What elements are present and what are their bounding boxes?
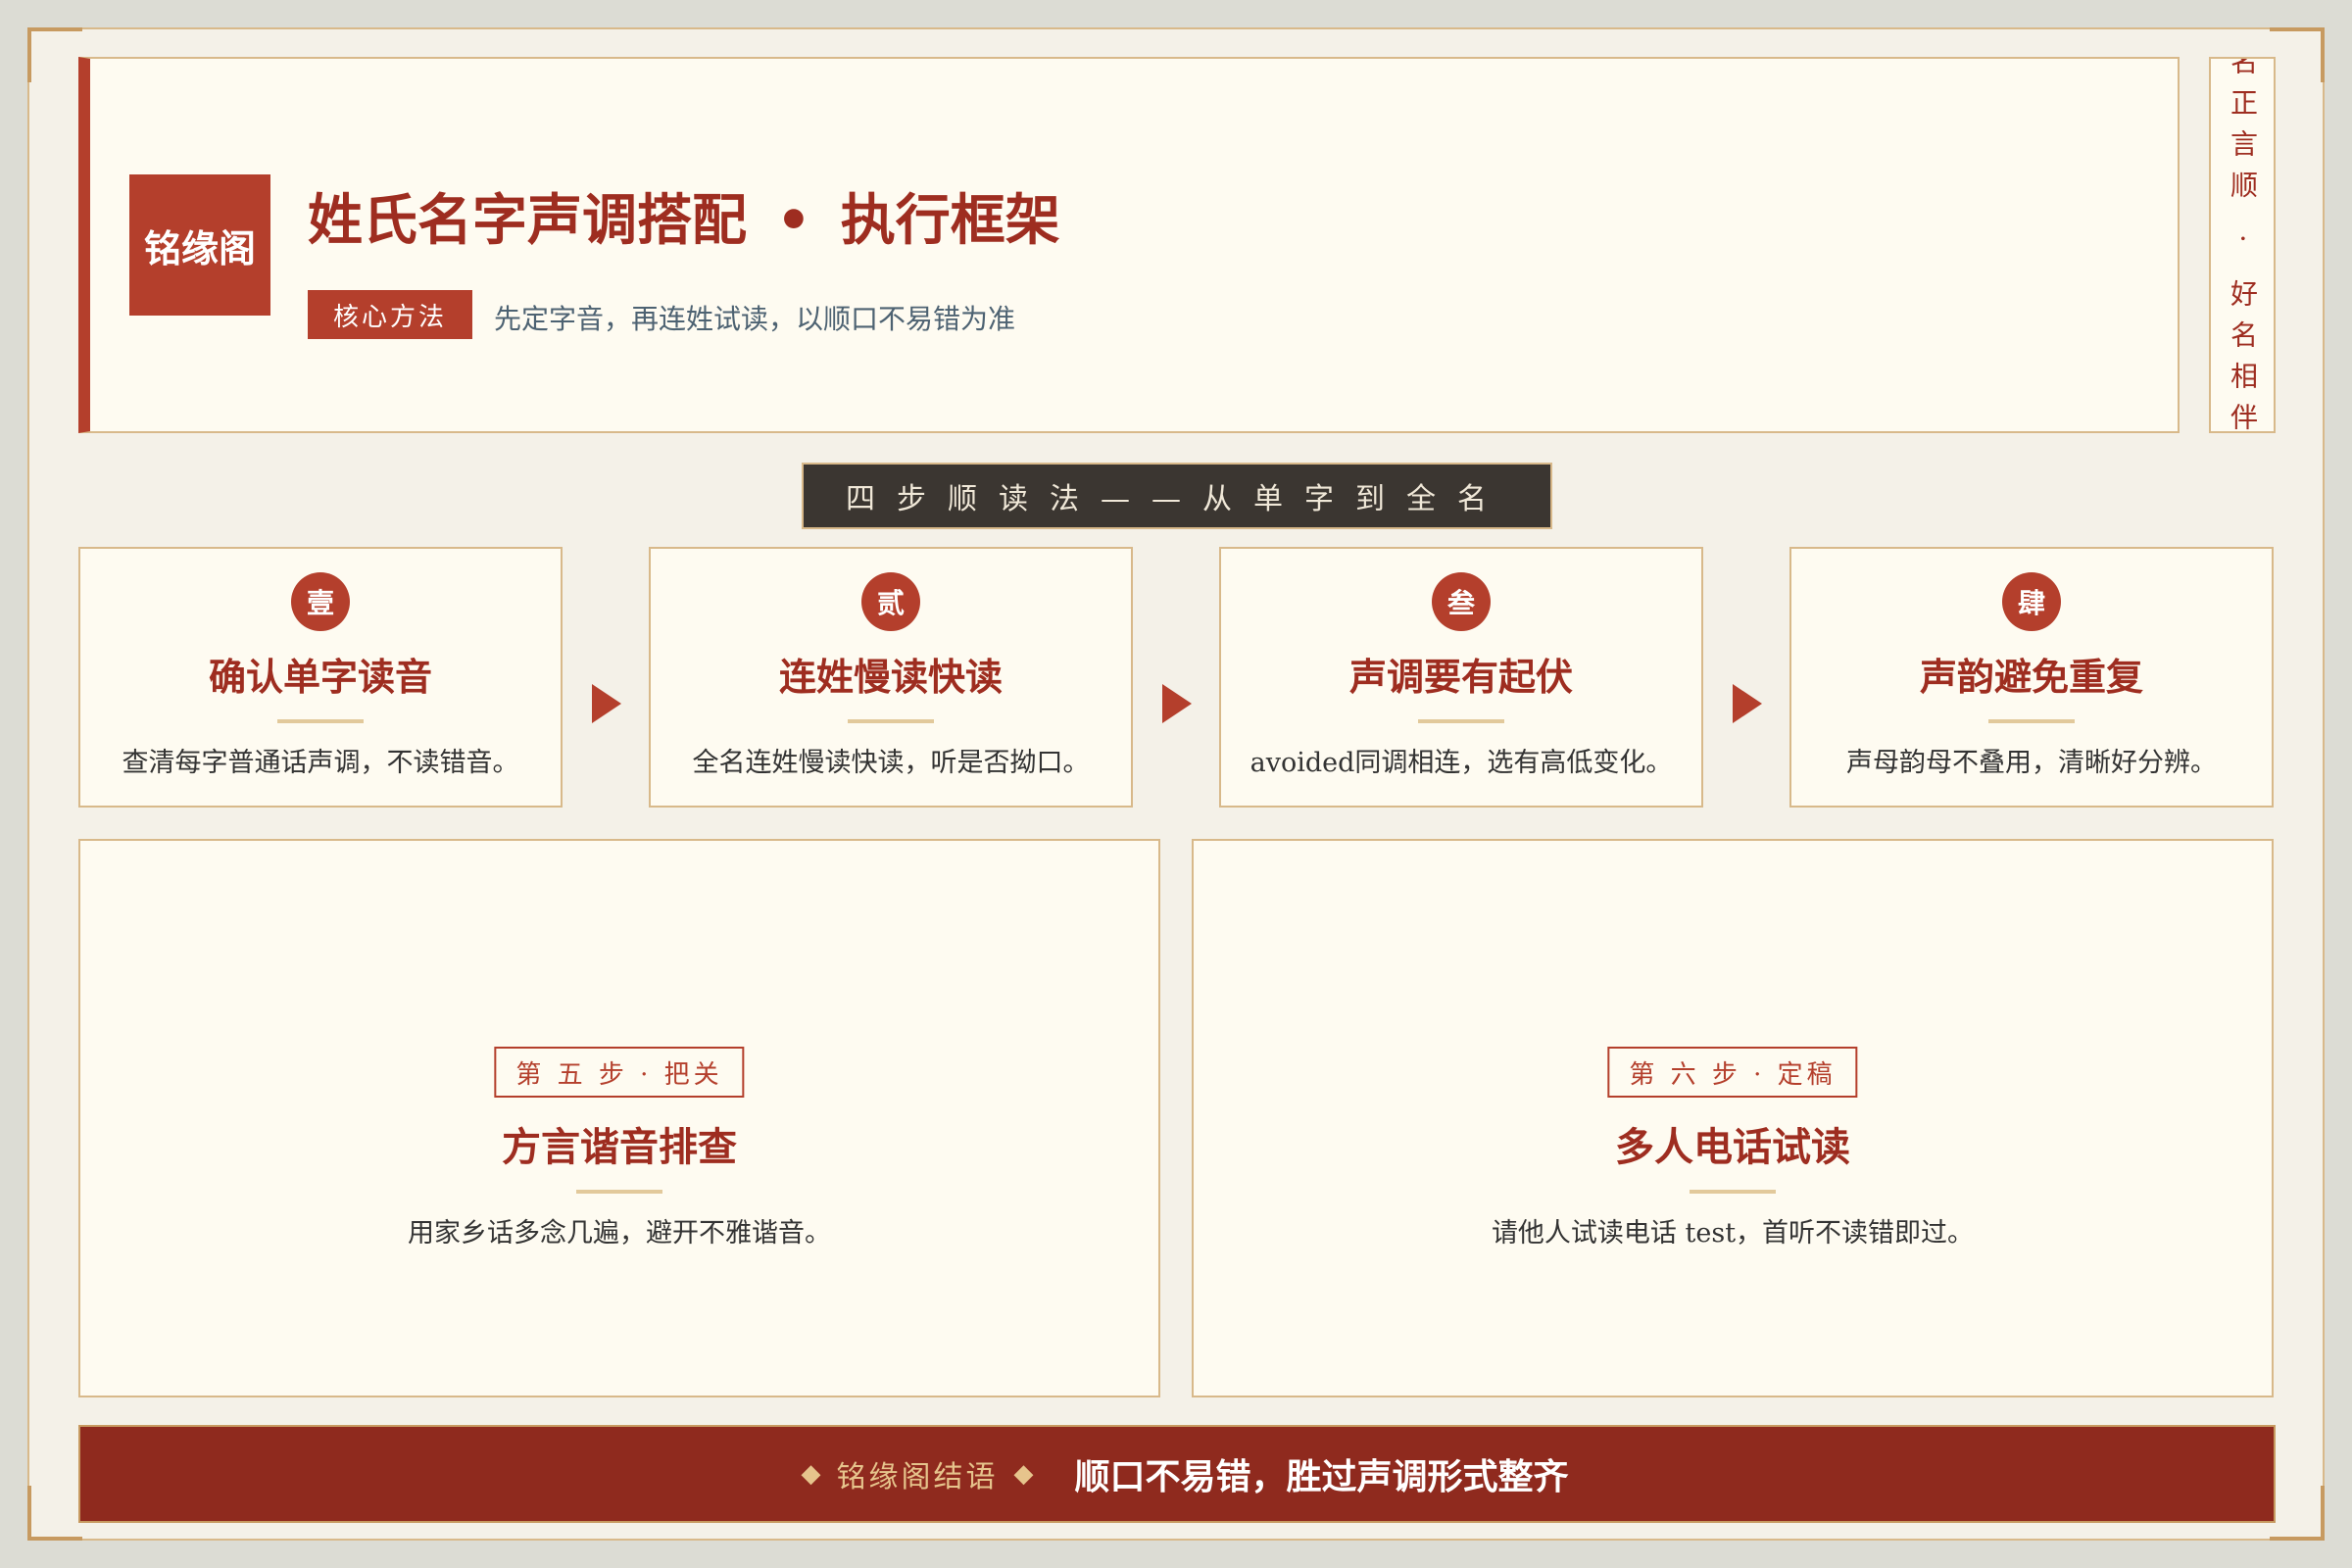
card-title: 多人电话试读 <box>1615 1124 1850 1170</box>
corner-ornament <box>2270 1486 2325 1541</box>
step-card-6: 第 六 步 · 定稿 多人电话试读 请他人试读电话 test，首听不读错即过。 <box>1192 839 2274 1397</box>
step-description: 全名连姓慢读快读，听是否拗口。 <box>692 748 1090 778</box>
corner-ornament <box>27 1486 82 1541</box>
diamond-icon: ◆ <box>801 1459 821 1489</box>
step-number-badge: 肆 <box>2002 572 2061 631</box>
side-motto-panel: 名正言顺 · 好名相伴 <box>2209 57 2276 433</box>
step-description: 声母韵母不叠用，清晰好分辨。 <box>1846 748 2217 778</box>
step-tag: 第 五 步 · 把关 <box>494 1047 745 1098</box>
title-separator: • <box>776 188 811 253</box>
step-card-5: 第 五 步 · 把关 方言谐音排查 用家乡话多念几遍，避开不雅谐音。 <box>78 839 1160 1397</box>
section-banner: 四步顺读法——从单字到全名 <box>802 463 1552 529</box>
title-sub: 执行框架 <box>840 188 1060 253</box>
card-divider <box>1690 1190 1776 1194</box>
step-number-badge: 贰 <box>861 572 920 631</box>
card-title: 方言谐音排查 <box>502 1124 737 1170</box>
step-divider <box>1988 719 2075 723</box>
step-card-4: 肆 声韵避免重复 声母韵母不叠用，清晰好分辨。 <box>1789 547 2274 808</box>
brand-logo: 铭缘阁 <box>129 174 270 316</box>
page-frame: 铭缘阁 姓氏名字声调搭配 • 执行框架 核心方法 先定字音，再连姓试读，以顺口不易错… <box>27 27 2325 1541</box>
step-card-2: 贰 连姓慢读快读 全名连姓慢读快读，听是否拗口。 <box>649 547 1133 808</box>
step-number-badge: 壹 <box>291 572 350 631</box>
arrow-right-icon <box>1733 684 1762 723</box>
arrow-right-icon <box>592 684 621 723</box>
side-motto-text: 名正言顺 · 好名相伴 <box>2227 57 2259 433</box>
step-tag: 第 六 步 · 定稿 <box>1607 1047 1858 1098</box>
step-title: 声韵避免重复 <box>1919 655 2143 699</box>
step-divider <box>848 719 934 723</box>
diamond-icon: ◆ <box>1013 1459 1034 1489</box>
arrow-right-icon <box>1162 684 1192 723</box>
footer-banner: ◆ 铭缘阁结语 ◆ 顺口不易错，胜过声调形式整齐 <box>78 1425 2276 1523</box>
core-method-text: 先定字音，再连姓试读，以顺口不易错为准 <box>494 303 1016 335</box>
step-title: 确认单字读音 <box>208 655 432 699</box>
card-description: 用家乡话多念几遍，避开不雅谐音。 <box>408 1218 831 1249</box>
step-description: avoided同调相连，选有高低变化。 <box>1250 748 1673 778</box>
footer-slogan: 顺口不易错，胜过声调形式整齐 <box>1074 1456 1569 1497</box>
step-divider <box>1418 719 1504 723</box>
corner-ornament <box>2270 27 2325 82</box>
step-title: 声调要有起伏 <box>1348 655 1573 699</box>
step-title: 连姓慢读快读 <box>778 655 1003 699</box>
footer-label: 铭缘阁结语 <box>836 1460 999 1494</box>
step-number-badge: 叁 <box>1432 572 1491 631</box>
card-description: 请他人试读电话 test，首听不读错即过。 <box>1491 1218 1975 1249</box>
step-divider <box>277 719 364 723</box>
corner-ornament <box>27 27 82 82</box>
header-panel: 铭缘阁 姓氏名字声调搭配 • 执行框架 核心方法 先定字音，再连姓试读，以顺口不易错… <box>78 57 2180 433</box>
step-card-3: 叁 声调要有起伏 avoided同调相连，选有高低变化。 <box>1219 547 1703 808</box>
core-method-badge: 核心方法 <box>308 290 472 339</box>
step-description: 查清每字普通话声调，不读错音。 <box>122 748 519 778</box>
step-card-1: 壹 确认单字读音 查清每字普通话声调，不读错音。 <box>78 547 563 808</box>
card-divider <box>576 1190 662 1194</box>
title-main: 姓氏名字声调搭配 <box>308 188 747 253</box>
page-title: 姓氏名字声调搭配 • 执行框架 <box>308 176 1060 256</box>
